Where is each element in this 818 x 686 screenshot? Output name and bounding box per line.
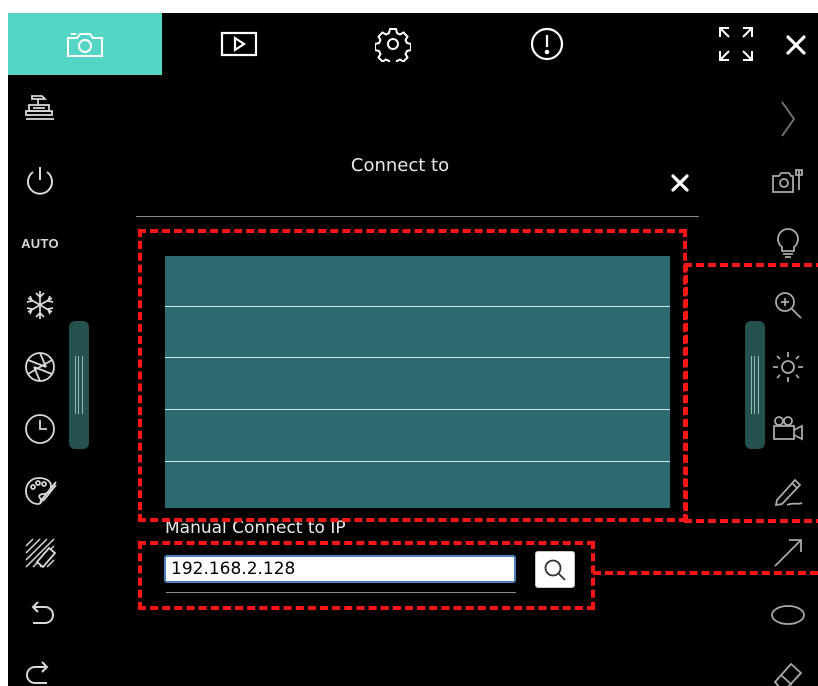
device-list-row-divider bbox=[165, 357, 670, 358]
undo-button[interactable] bbox=[16, 591, 64, 639]
timer-icon bbox=[25, 414, 55, 444]
ellipse-icon bbox=[771, 605, 805, 625]
dialog-separator bbox=[136, 216, 699, 217]
lamp-icon bbox=[777, 228, 799, 258]
freeze-icon bbox=[26, 291, 54, 319]
palette-icon bbox=[25, 477, 57, 505]
auto-label: AUTO bbox=[21, 235, 59, 251]
fullscreen-icon bbox=[719, 27, 753, 61]
redo-icon bbox=[26, 661, 49, 684]
top-toolbar bbox=[8, 13, 818, 75]
fullscreen-button[interactable] bbox=[712, 20, 760, 68]
search-icon bbox=[544, 559, 566, 581]
pen-button[interactable] bbox=[764, 467, 812, 515]
brightness-button[interactable] bbox=[764, 343, 812, 391]
eraser-button[interactable] bbox=[764, 651, 812, 686]
chevron-right-icon bbox=[781, 101, 796, 137]
power-button[interactable] bbox=[16, 157, 64, 205]
palette-button[interactable] bbox=[16, 467, 64, 515]
brightness-icon bbox=[773, 352, 803, 382]
ip-address-input[interactable] bbox=[164, 555, 516, 583]
timer-button[interactable] bbox=[16, 405, 64, 453]
close-icon bbox=[671, 174, 689, 192]
device-list-row-divider bbox=[165, 461, 670, 462]
video-record-button[interactable] bbox=[764, 405, 812, 453]
visualizer-button[interactable] bbox=[16, 83, 64, 131]
device-list-row-divider bbox=[165, 306, 670, 307]
device-list[interactable] bbox=[165, 256, 670, 508]
dialog-title: Connect to bbox=[350, 155, 450, 176]
gear-icon bbox=[375, 28, 411, 62]
aperture-icon bbox=[25, 352, 55, 382]
manual-connect-label: Manual Connect to IP bbox=[165, 518, 346, 538]
right-toolbar bbox=[756, 75, 818, 686]
left-panel-handle[interactable] bbox=[69, 321, 89, 449]
power-icon bbox=[27, 167, 53, 195]
camera-settings-button[interactable] bbox=[764, 157, 812, 205]
undo-icon bbox=[31, 601, 54, 624]
zoom-in-icon bbox=[775, 292, 802, 319]
dialog-close-button[interactable] bbox=[663, 166, 697, 200]
zoom-in-button[interactable] bbox=[764, 281, 812, 329]
device-list-row-divider bbox=[165, 409, 670, 410]
ip-underline bbox=[166, 592, 516, 593]
arrow-icon bbox=[774, 539, 802, 567]
tab-settings[interactable] bbox=[316, 13, 470, 75]
close-icon bbox=[786, 35, 806, 55]
left-grip bbox=[75, 356, 83, 414]
arrow-button[interactable] bbox=[764, 529, 812, 577]
redo-button[interactable] bbox=[16, 651, 64, 686]
tab-camera[interactable] bbox=[8, 13, 162, 75]
tab-info[interactable] bbox=[470, 13, 624, 75]
camera-settings-icon bbox=[772, 169, 803, 193]
ellipse-button[interactable] bbox=[764, 591, 812, 639]
close-window-button[interactable] bbox=[772, 21, 818, 69]
search-button[interactable] bbox=[535, 551, 575, 588]
camera-icon bbox=[67, 33, 103, 57]
pen-icon bbox=[774, 478, 803, 507]
video-record-icon bbox=[773, 416, 803, 441]
collapse-button[interactable] bbox=[764, 95, 812, 143]
auto-focus-button[interactable]: AUTO bbox=[16, 219, 64, 267]
aperture-button[interactable] bbox=[16, 343, 64, 391]
mask-icon bbox=[25, 538, 57, 569]
lamp-button[interactable] bbox=[764, 219, 812, 267]
tab-playback[interactable] bbox=[162, 13, 316, 75]
play-icon bbox=[220, 31, 258, 57]
info-icon bbox=[530, 27, 564, 61]
mask-button[interactable] bbox=[16, 529, 64, 577]
freeze-button[interactable] bbox=[16, 281, 64, 329]
eraser-icon bbox=[773, 662, 803, 686]
visualizer-icon bbox=[25, 95, 54, 120]
left-toolbar: AUTO bbox=[8, 75, 70, 686]
